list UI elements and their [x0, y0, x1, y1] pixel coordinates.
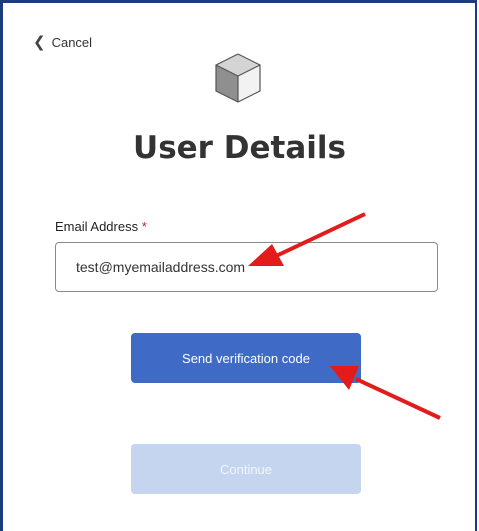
cube-logo-icon — [215, 53, 261, 103]
send-verification-code-button[interactable]: Send verification code — [131, 333, 361, 383]
page-title: User Details — [133, 130, 346, 166]
email-label: Email Address * — [55, 219, 147, 234]
cancel-label: Cancel — [51, 35, 93, 50]
chevron-left-icon: ❮ — [33, 34, 46, 51]
continue-button[interactable]: Continue — [131, 444, 361, 494]
required-marker: * — [141, 219, 147, 234]
email-field[interactable] — [55, 242, 438, 292]
cancel-link[interactable]: ❮ Cancel — [33, 35, 92, 50]
